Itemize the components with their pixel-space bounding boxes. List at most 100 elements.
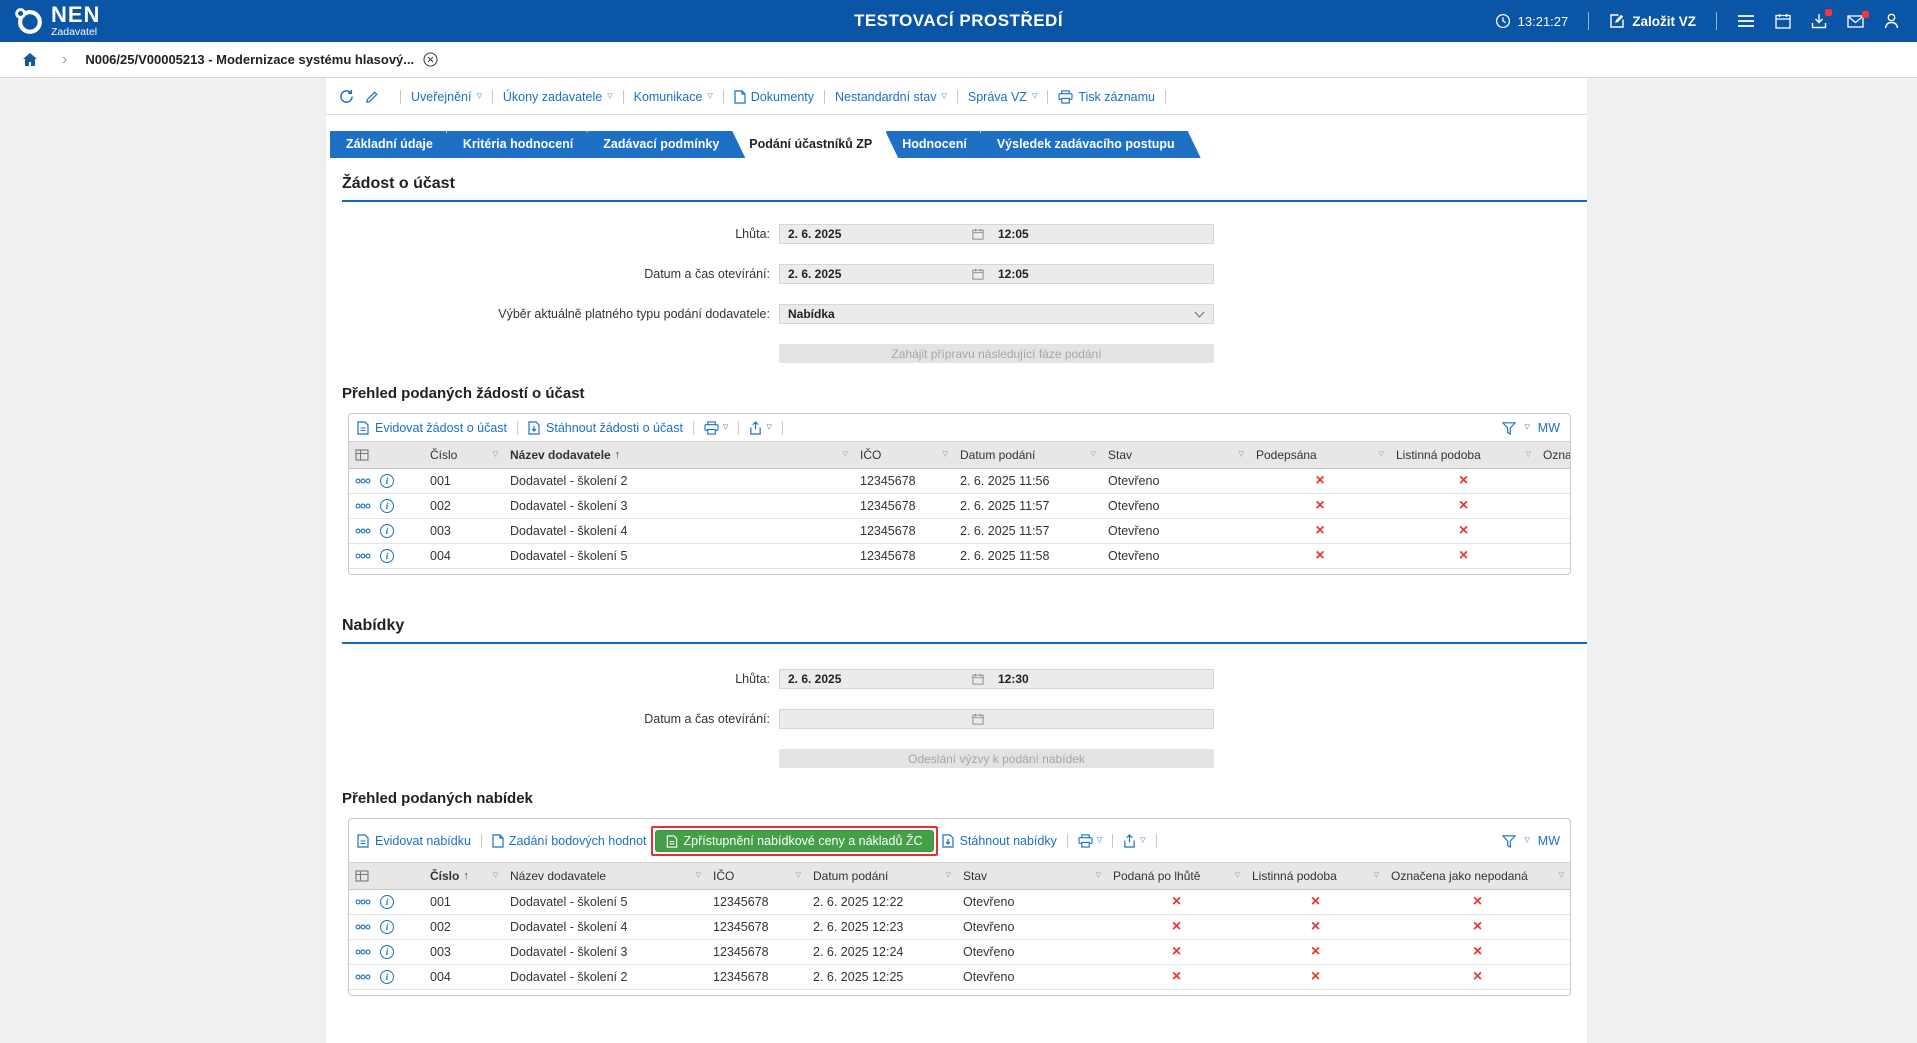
info-icon[interactable]: i	[380, 895, 394, 909]
messages-button[interactable]	[1847, 15, 1864, 28]
enter-points-button[interactable]: Zadání bodových hodnot	[492, 834, 647, 848]
bids-opening-datetime-field[interactable]	[779, 709, 1214, 729]
column-header-ico[interactable]: IČO▽	[854, 442, 954, 469]
create-vz-button[interactable]: Založit VZ	[1609, 13, 1696, 29]
column-header-listinna-podoba[interactable]: Listinná podoba▽	[1390, 442, 1537, 469]
print-record-button[interactable]: Tisk záznamu	[1058, 90, 1155, 104]
table-row[interactable]: i 003 Dodavatel - školení 3 12345678 2. …	[349, 940, 1570, 965]
table-row[interactable]: i 002 Dodavatel - školení 3 12345678 2. …	[349, 494, 1570, 519]
menu-nestandardni-stav[interactable]: Nestandardní stav▽	[835, 90, 947, 104]
column-header-stav[interactable]: Stav▽	[957, 863, 1107, 890]
column-header-nazev-dodavatele[interactable]: Název dodavatele↑▽	[504, 442, 854, 469]
column-header-stav[interactable]: Stav▽	[1102, 442, 1250, 469]
filter-caret-icon[interactable]: ▽	[1096, 871, 1101, 879]
column-header-listinna-podoba[interactable]: Listinná podoba▽	[1246, 863, 1385, 890]
print-table-button[interactable]: ▽	[1078, 834, 1102, 848]
filter-caret-icon[interactable]: ▽	[1526, 450, 1531, 458]
column-header-datum-podani[interactable]: Datum podání▽	[807, 863, 957, 890]
downloads-button[interactable]	[1811, 13, 1827, 29]
calendar-icon[interactable]	[972, 673, 984, 685]
filter-caret-icon[interactable]: ▽	[1374, 871, 1379, 879]
row-actions-button[interactable]	[355, 924, 371, 930]
column-header-cislo[interactable]: Číslo↑▽	[424, 863, 504, 890]
row-actions-button[interactable]	[355, 503, 371, 509]
column-settings-header[interactable]	[349, 863, 424, 890]
tab-hodnoceni[interactable]: Hodnocení	[886, 131, 993, 158]
table-row[interactable]: i 004 Dodavatel - školení 2 12345678 2. …	[349, 965, 1570, 990]
column-header-oznacena-jako-nepodana[interactable]: Označena jako nepodaná▽	[1385, 863, 1570, 890]
submission-type-select[interactable]: Nabídka	[779, 304, 1214, 324]
column-header-datum-podani[interactable]: Datum podání▽	[954, 442, 1102, 469]
reveal-bid-price-button[interactable]: Zpřístupnění nabídkové ceny a nákladů ŽC	[655, 830, 934, 852]
info-icon[interactable]: i	[380, 920, 394, 934]
table-row[interactable]: i 004 Dodavatel - školení 5 12345678 2. …	[349, 544, 1570, 569]
opening-time-value[interactable]: 12:05	[984, 267, 1029, 281]
chevron-down-icon[interactable]: ▽	[1524, 836, 1529, 844]
info-icon[interactable]: i	[380, 970, 394, 984]
row-actions-button[interactable]	[355, 478, 371, 484]
filter-caret-icon[interactable]: ▽	[1379, 450, 1384, 458]
row-actions-button[interactable]	[355, 899, 371, 905]
filter-caret-icon[interactable]: ▽	[1239, 450, 1244, 458]
bids-deadline-datetime-field[interactable]: 2. 6. 2025 12:30	[779, 669, 1214, 689]
bids-deadline-date-value[interactable]: 2. 6. 2025	[780, 672, 972, 686]
export-table-button[interactable]: ▽	[1123, 834, 1145, 848]
start-next-phase-button[interactable]: Zahájit přípravu následující fáze podání	[779, 344, 1214, 363]
menu-sprava-vz[interactable]: Správa VZ▽	[968, 90, 1037, 104]
print-table-button[interactable]: ▽	[704, 421, 728, 435]
menu-dokumenty[interactable]: Dokumenty	[734, 90, 814, 104]
table-row[interactable]: i 003 Dodavatel - školení 4 12345678 2. …	[349, 519, 1570, 544]
filter-caret-icon[interactable]: ▽	[696, 871, 701, 879]
user-profile-button[interactable]	[1884, 13, 1899, 29]
row-actions-button[interactable]	[355, 974, 371, 980]
nen-logo[interactable]: NEN Zadavatel	[14, 4, 100, 38]
menu-uverejneni[interactable]: Uveřejnění▽	[411, 90, 482, 104]
filter-caret-icon[interactable]: ▽	[493, 871, 498, 879]
home-button[interactable]	[22, 52, 38, 67]
view-switcher-mw[interactable]: MW	[1538, 421, 1560, 435]
calendar-icon[interactable]	[972, 228, 984, 240]
close-record-button[interactable]	[423, 52, 438, 67]
row-actions-button[interactable]	[355, 949, 371, 955]
chevron-down-icon[interactable]: ▽	[1524, 423, 1529, 431]
table-row[interactable]: i 002 Dodavatel - školení 4 12345678 2. …	[349, 915, 1570, 940]
send-call-for-bids-button[interactable]: Odeslání výzvy k podání nabídek	[779, 749, 1214, 768]
table-row[interactable]: i 001 Dodavatel - školení 2 12345678 2. …	[349, 469, 1570, 494]
column-header-ico[interactable]: IČO▽	[707, 863, 807, 890]
deadline-datetime-field[interactable]: 2. 6. 2025 12:05	[779, 224, 1214, 244]
calendar-icon[interactable]	[972, 713, 984, 725]
column-header-oznacena[interactable]: Označ▽	[1537, 442, 1570, 469]
filter-caret-icon[interactable]: ▽	[1235, 871, 1240, 879]
column-header-cislo[interactable]: Číslo▽	[424, 442, 504, 469]
column-header-podepsana[interactable]: Podepsána▽	[1250, 442, 1390, 469]
filter-caret-icon[interactable]: ▽	[1559, 871, 1564, 879]
tab-kriteria-hodnoceni[interactable]: Kritéria hodnocení	[447, 131, 599, 158]
filter-caret-icon[interactable]: ▽	[1091, 450, 1096, 458]
register-request-button[interactable]: Evidovat žádost o účast	[357, 421, 507, 435]
tab-vysledek-zadavaciho-postupu[interactable]: Výsledek zadávacího postupu	[981, 131, 1201, 158]
row-actions-button[interactable]	[355, 553, 371, 559]
edit-record-button[interactable]	[365, 90, 379, 104]
menu-ukony-zadavatele[interactable]: Úkony zadavatele▽	[503, 90, 613, 104]
open-record-tab[interactable]: N006/25/V00005213 - Modernizace systému …	[85, 52, 438, 67]
filter-button[interactable]	[1502, 835, 1516, 848]
deadline-time-value[interactable]: 12:05	[984, 227, 1029, 241]
info-icon[interactable]: i	[380, 499, 394, 513]
column-header-nazev-dodavatele[interactable]: Název dodavatele▽	[504, 863, 707, 890]
register-bid-button[interactable]: Evidovat nabídku	[357, 834, 471, 848]
history-button[interactable]	[339, 89, 354, 104]
info-icon[interactable]: i	[380, 474, 394, 488]
deadline-date-value[interactable]: 2. 6. 2025	[780, 227, 972, 241]
filter-caret-icon[interactable]: ▽	[943, 450, 948, 458]
filter-button[interactable]	[1502, 422, 1516, 435]
opening-date-value[interactable]: 2. 6. 2025	[780, 267, 972, 281]
info-icon[interactable]: i	[380, 549, 394, 563]
row-actions-button[interactable]	[355, 528, 371, 534]
menu-button[interactable]	[1737, 14, 1755, 28]
tab-zakladni-udaje[interactable]: Základní údaje	[330, 131, 459, 158]
download-bids-button[interactable]: Stáhnout nabídky	[942, 834, 1057, 848]
tab-podani-ucastniku-zp[interactable]: Podání účastníků ZP	[733, 131, 898, 158]
filter-caret-icon[interactable]: ▽	[493, 450, 498, 458]
filter-caret-icon[interactable]: ▽	[843, 450, 848, 458]
calendar-button[interactable]	[1775, 13, 1791, 29]
